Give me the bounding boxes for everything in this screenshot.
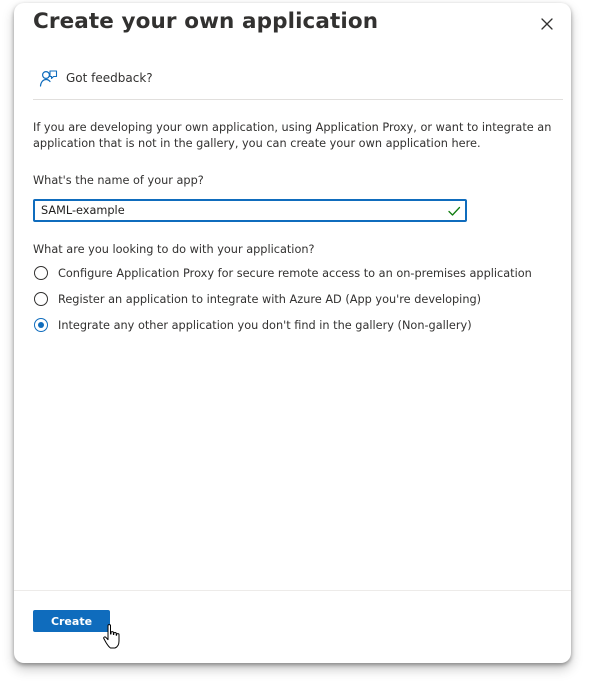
radio-option-label: Integrate any other application you don'… (58, 318, 472, 332)
radio-option-label: Configure Application Proxy for secure r… (58, 266, 532, 280)
close-icon[interactable] (537, 14, 557, 34)
description-text: If you are developing your own applicati… (33, 121, 552, 150)
app-name-label: What's the name of your app? (33, 174, 204, 187)
radio-option-app-proxy[interactable]: Configure Application Proxy for secure r… (34, 264, 532, 282)
feedback-link[interactable]: Got feedback? (39, 67, 153, 89)
feedback-person-icon (39, 69, 58, 87)
radio-button[interactable] (34, 292, 48, 306)
close-button[interactable] (537, 14, 557, 34)
radio-button[interactable] (34, 266, 48, 280)
header-divider (33, 99, 563, 100)
radio-option-register-app[interactable]: Register an application to integrate wit… (34, 290, 481, 308)
checkmark-icon (448, 206, 461, 216)
feedback-label: Got feedback? (66, 71, 153, 85)
create-app-panel: Create your own application Got feedback… (14, 3, 571, 663)
panel-title: Create your own application (33, 9, 379, 34)
app-name-field[interactable] (33, 199, 467, 222)
footer-divider (14, 590, 571, 591)
app-name-input[interactable] (35, 201, 441, 220)
radio-button-selected[interactable] (34, 318, 48, 332)
radio-option-non-gallery[interactable]: Integrate any other application you don'… (34, 316, 472, 334)
radio-option-label: Register an application to integrate wit… (58, 292, 482, 306)
create-button[interactable]: Create (33, 610, 110, 632)
purpose-question: What are you looking to do with your app… (33, 243, 315, 256)
